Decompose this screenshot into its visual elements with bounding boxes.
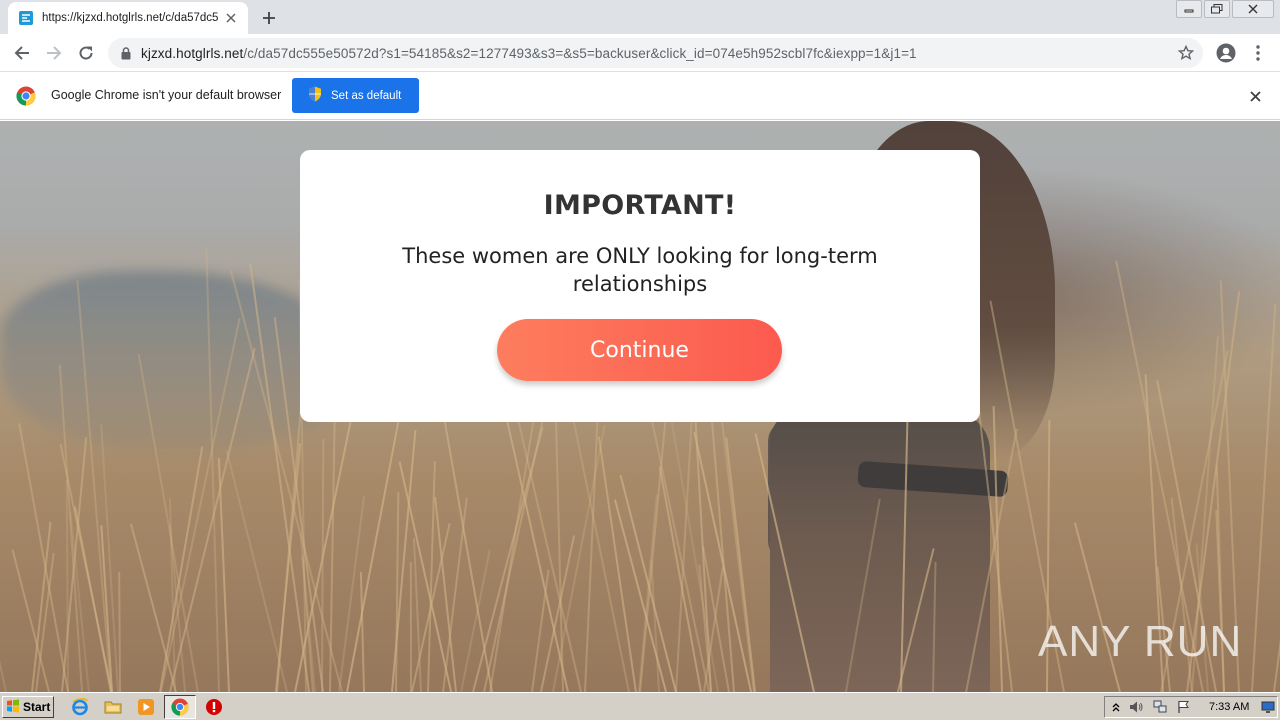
speaker-icon[interactable]	[1129, 700, 1143, 714]
close-icon[interactable]	[224, 11, 238, 25]
browser-toolbar: kjzxd.hotglrls.net/c/da57dc555e50572d?s1…	[0, 34, 1280, 72]
continue-button[interactable]: Continue	[497, 319, 782, 381]
modal-title: IMPORTANT!	[543, 190, 737, 221]
browser-tab[interactable]: https://kjzxd.hotglrls.net/c/da57dc555e5…	[8, 2, 248, 34]
lock-icon[interactable]	[120, 46, 132, 60]
window-controls	[1176, 0, 1280, 20]
address-bar[interactable]: kjzxd.hotglrls.net/c/da57dc555e50572d?s1…	[108, 38, 1203, 68]
system-tray: 7:33 AM	[1104, 696, 1278, 718]
set-as-default-button[interactable]: Set as default	[292, 78, 419, 113]
close-icon[interactable]	[1232, 0, 1274, 18]
monitor-icon[interactable]	[1261, 700, 1275, 714]
chrome-icon	[170, 697, 190, 717]
shield-icon	[308, 86, 322, 105]
set-as-default-label: Set as default	[331, 89, 402, 102]
anyrun-watermark: ANY RUN	[1038, 611, 1242, 673]
network-icon[interactable]	[1153, 700, 1167, 714]
kebab-menu-icon[interactable]	[1250, 41, 1266, 65]
chevron-up-icon[interactable]	[1109, 700, 1123, 714]
restore-icon[interactable]	[1204, 0, 1230, 18]
url-host: kjzxd.hotglrls.net	[141, 45, 244, 61]
plus-icon[interactable]	[259, 8, 279, 28]
flag-icon[interactable]	[1177, 700, 1191, 714]
ie-icon[interactable]	[70, 697, 90, 717]
stop-sign-icon[interactable]	[204, 697, 224, 717]
forward-arrow-icon[interactable]	[42, 42, 66, 64]
minimize-icon[interactable]	[1176, 0, 1202, 18]
start-label: Start	[23, 700, 51, 714]
folder-icon[interactable]	[103, 697, 123, 717]
tab-strip: https://kjzxd.hotglrls.net/c/da57dc555e5…	[0, 0, 1280, 34]
default-browser-infobar: Google Chrome isn't your default browser…	[0, 72, 1280, 120]
watermark-text: ANY RUN	[1038, 617, 1243, 666]
media-player-icon[interactable]	[136, 697, 156, 717]
close-icon[interactable]	[1248, 89, 1262, 103]
windows-flag-icon	[6, 698, 20, 717]
profile-icon[interactable]	[1214, 41, 1238, 65]
windows-taskbar: Start 7:33 AM	[0, 692, 1280, 720]
modal-message: These women are ONLY looking for long-te…	[402, 244, 878, 296]
url-text[interactable]: kjzxd.hotglrls.net/c/da57dc555e50572d?s1…	[141, 46, 917, 61]
page-content: IMPORTANT! These women are ONLY looking …	[0, 121, 1280, 692]
chrome-logo-icon	[16, 86, 36, 106]
reload-icon[interactable]	[74, 42, 98, 64]
chrome-taskbar-button[interactable]	[164, 695, 196, 719]
url-path: /c/da57dc555e50572d?s1=54185&s2=1277493&…	[243, 45, 917, 61]
start-button[interactable]: Start	[2, 696, 54, 718]
infobar-message: Google Chrome isn't your default browser	[51, 88, 282, 102]
back-arrow-icon[interactable]	[10, 42, 34, 64]
star-icon[interactable]	[1177, 44, 1195, 62]
tab-title: https://kjzxd.hotglrls.net/c/da57dc555e5…	[42, 12, 218, 24]
important-modal: IMPORTANT! These women are ONLY looking …	[300, 150, 980, 422]
site-favicon-icon	[18, 10, 34, 26]
clock[interactable]: 7:33 AM	[1209, 701, 1249, 713]
